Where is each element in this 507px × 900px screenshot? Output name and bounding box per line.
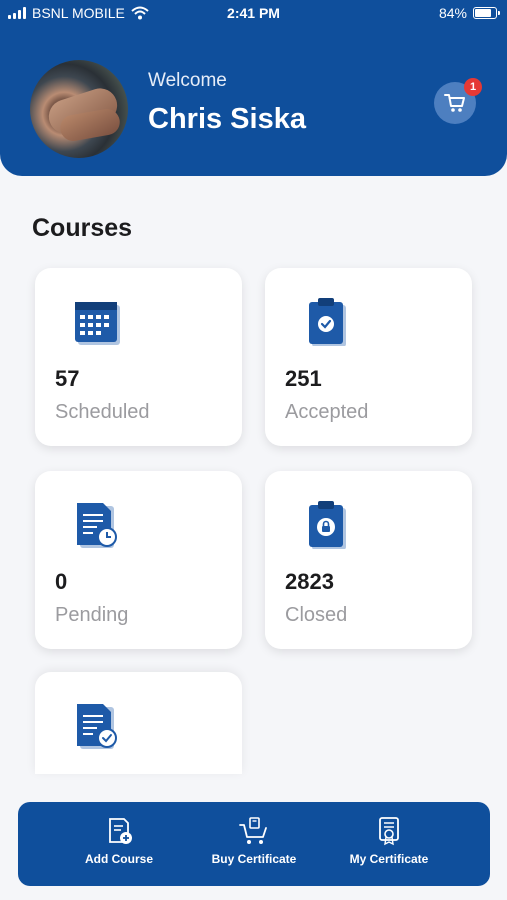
my-certificate-button[interactable]: My Certificate: [324, 816, 454, 868]
clock: 2:41 PM: [227, 5, 280, 21]
cart-button[interactable]: 1: [434, 78, 482, 124]
add-course-button[interactable]: Add Course: [54, 816, 184, 868]
closed-count: 2823: [285, 569, 334, 594]
accepted-count: 251: [285, 366, 322, 391]
add-course-label: Add Course: [84, 852, 153, 866]
header: BSNL MOBILE 2:41 PM 84% Welcome Chris Si…: [0, 0, 507, 176]
certificate-icon: [379, 817, 399, 846]
document-check-icon: [77, 704, 117, 749]
my-certificate-label: My Certificate: [349, 852, 429, 866]
pending-card[interactable]: 0 Pending: [35, 471, 242, 649]
accepted-card[interactable]: 251 Accepted: [265, 268, 472, 446]
scheduled-count: 57: [55, 366, 80, 391]
closed-card[interactable]: 2823 Closed: [265, 471, 472, 649]
user-name: Chris Siska: [148, 103, 306, 135]
welcome-label: Welcome: [148, 70, 227, 91]
courses-title: Courses: [32, 214, 133, 242]
document-clock-icon: [77, 503, 117, 548]
cart-badge: 1: [464, 78, 482, 96]
clipboard-check-icon: [309, 298, 346, 346]
completed-card[interactable]: [35, 672, 242, 774]
scheduled-label: Scheduled: [55, 401, 150, 423]
cart-icon: [444, 94, 465, 112]
battery-icon: [473, 7, 500, 19]
bottom-nav: Add Course Buy Certificate My Certificat…: [18, 802, 490, 886]
avatar[interactable]: [30, 60, 128, 158]
cart-certificate-icon: [239, 817, 267, 844]
clipboard-lock-icon: [309, 501, 346, 549]
pending-count: 0: [55, 569, 68, 594]
closed-label: Closed: [285, 604, 348, 626]
status-bar: BSNL MOBILE 2:41 PM 84%: [0, 0, 507, 28]
buy-certificate-button[interactable]: Buy Certificate: [189, 816, 319, 868]
battery-percent: 84%: [438, 5, 467, 21]
buy-certificate-label: Buy Certificate: [211, 852, 297, 866]
scheduled-card[interactable]: 57 Scheduled: [35, 268, 242, 446]
calendar-icon: [75, 302, 120, 345]
add-course-icon: [109, 818, 132, 844]
pending-label: Pending: [55, 604, 129, 626]
accepted-label: Accepted: [285, 401, 369, 423]
